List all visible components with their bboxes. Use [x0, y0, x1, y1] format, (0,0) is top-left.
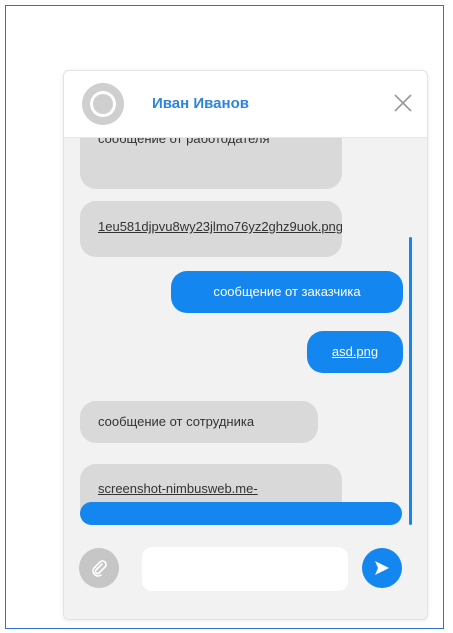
attachment-link[interactable]: asd.png — [332, 344, 378, 359]
close-icon — [394, 94, 412, 112]
message-list[interactable]: сообщение от работодателя 1eu581djpvu8wy… — [64, 137, 427, 532]
composer — [64, 533, 427, 619]
upload-progress-bar — [80, 502, 402, 525]
attachment-link[interactable]: screenshot-nimbusweb.me- — [98, 481, 258, 496]
chat-window: Иван Иванов сообщение от работодателя 1e… — [63, 70, 428, 620]
message-text: сообщение от работодателя — [98, 137, 270, 146]
paperclip-icon — [92, 560, 107, 577]
avatar — [82, 83, 124, 125]
chat-header: Иван Иванов — [64, 71, 427, 138]
attach-button[interactable] — [79, 548, 119, 588]
attachment-link[interactable]: 1eu581djpvu8wy23jlmo76yz2ghz9uok.png — [98, 219, 342, 234]
message-outgoing-attachment: asd.png — [307, 331, 403, 373]
message-text: сообщение от заказчика — [213, 284, 361, 299]
message-input[interactable] — [142, 547, 348, 591]
user-name: Иван Иванов — [152, 95, 249, 112]
message-incoming-attachment: 1eu581djpvu8wy23jlmo76yz2ghz9uok.png — [80, 201, 342, 257]
send-arrow-icon — [375, 561, 389, 575]
message-incoming: сообщение от сотрудника — [80, 401, 318, 443]
send-button[interactable] — [362, 548, 402, 588]
user-avatar-icon — [82, 83, 124, 125]
message-text: сообщение от сотрудника — [98, 414, 255, 429]
message-outgoing: сообщение от заказчика — [171, 271, 403, 313]
close-button[interactable] — [391, 91, 415, 115]
messages-scrollbar[interactable] — [409, 237, 412, 525]
message-incoming: сообщение от работодателя — [80, 137, 342, 189]
